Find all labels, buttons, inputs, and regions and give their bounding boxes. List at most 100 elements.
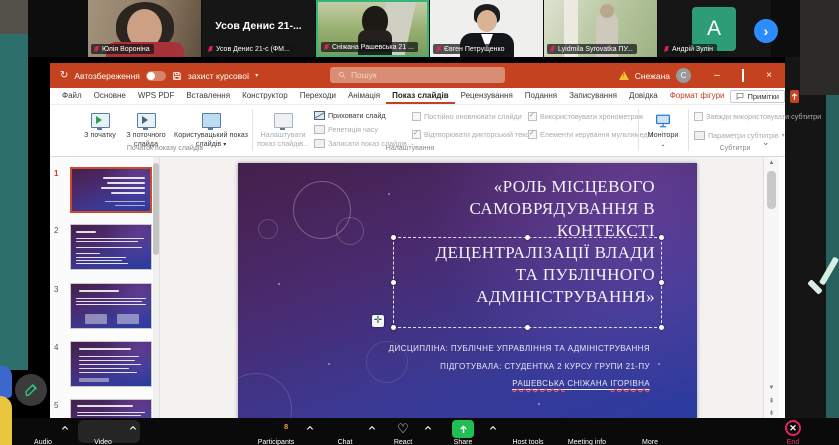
document-title[interactable]: захист курсової	[188, 71, 249, 81]
next-slide-button[interactable]: ⇟	[764, 409, 779, 417]
participant-tile-5[interactable]: Lyidmila Syrovatka ПУ...	[544, 0, 657, 57]
participant-tile-2[interactable]: Усов Денис 21-... Усов Денис 21-с (ФМ...	[202, 0, 315, 57]
close-button[interactable]: ×	[759, 70, 779, 81]
author-firstname: СНІЖАНА	[567, 379, 607, 388]
textbox-selection-border[interactable]	[393, 237, 662, 328]
meeting-info-label: Meeting info	[568, 439, 606, 445]
save-icon[interactable]	[172, 71, 182, 81]
collapse-ribbon-chevron[interactable]: ⌄	[762, 137, 770, 148]
end-meeting-button[interactable]: ✕	[785, 420, 801, 436]
audio-options-chevron[interactable]	[61, 425, 69, 431]
participants-options-chevron[interactable]	[306, 425, 314, 431]
slide-canvas: «РОЛЬ МІСЦЕВОГО САМОВРЯДУВАННЯ В КОНТЕКС…	[160, 157, 763, 445]
checkbox-icon	[694, 112, 703, 121]
slide-prepared-line: ПІДГОТУВАЛА: СТУДЕНТКА 2 КУРСУ ГРУПИ 21-…	[440, 362, 650, 371]
tab-review[interactable]: Рецензування	[455, 88, 519, 104]
tab-wps-pdf[interactable]: WPS PDF	[132, 88, 180, 104]
restore-button[interactable]	[733, 70, 753, 81]
selection-handle[interactable]	[391, 235, 396, 240]
selection-handle[interactable]	[391, 325, 396, 330]
slide-editor-surface[interactable]: «РОЛЬ МІСЦЕВОГО САМОВРЯДУВАННЯ В КОНТЕКС…	[238, 163, 697, 421]
minimize-button[interactable]: –	[707, 70, 727, 81]
search-box[interactable]: Пошук	[330, 67, 505, 83]
warning-icon[interactable]: !	[619, 71, 629, 80]
selection-handle[interactable]	[659, 280, 664, 285]
slide-thumbnail-3[interactable]	[70, 283, 152, 329]
muted-mic-icon	[207, 45, 214, 53]
selection-handle[interactable]	[659, 325, 664, 330]
tab-insert[interactable]: Вставлення	[180, 88, 236, 104]
audio-label: Audio	[34, 439, 52, 445]
participant-name: Lyidmila Syrovatka ПУ...	[558, 46, 633, 53]
monitor-icon	[655, 114, 671, 128]
present-share-button[interactable]	[790, 90, 799, 103]
account-avatar[interactable]: С	[676, 68, 691, 83]
participant-tile-3-active-speaker[interactable]: Сніжана Рашевська 21 ...	[316, 0, 429, 57]
tab-view[interactable]: Подання	[519, 88, 563, 104]
document-title-caret[interactable]: ▾	[255, 72, 258, 79]
selection-handle[interactable]	[659, 235, 664, 240]
tab-help[interactable]: Довідка	[623, 88, 664, 104]
annotation-pencil-button[interactable]	[15, 374, 47, 406]
scrollbar-thumb[interactable]	[767, 171, 776, 209]
canvas-scrollbar[interactable]: ▲ ▼ ⇞ ⇟	[763, 157, 779, 445]
tab-transitions[interactable]: Переходи	[294, 88, 342, 104]
setup-slideshow-button[interactable]: Налаштувати показ слайдів...	[256, 108, 310, 148]
participants-count: 8	[284, 422, 288, 431]
custom-slideshow-icon	[202, 113, 221, 128]
tab-recording[interactable]: Записування	[563, 88, 623, 104]
thumbnails-scrollbar[interactable]	[153, 157, 159, 445]
slide-number: 5	[54, 401, 66, 410]
previous-slide-button[interactable]: ⇞	[764, 397, 779, 405]
custom-slideshow-button[interactable]: Користувацький показ слайдів ▾	[172, 108, 250, 149]
from-current-slide-button[interactable]: З поточного слайда	[122, 108, 170, 148]
tab-home[interactable]: Основне	[88, 88, 132, 104]
canvas-right-margin	[779, 157, 785, 445]
monitors-dropdown-button[interactable]: Монітори⌄	[642, 108, 684, 149]
chat-options-chevron[interactable]	[368, 425, 376, 431]
tab-animations[interactable]: Анімація	[342, 88, 386, 104]
video-options-chevron[interactable]	[129, 425, 137, 431]
tab-design[interactable]: Конструктор	[236, 88, 294, 104]
hide-slide-button[interactable]: Приховати слайд	[314, 110, 386, 121]
checkbox-keep-slides-updated[interactable]: Постійно оновлювати слайди	[412, 112, 522, 121]
share-options-chevron[interactable]	[489, 425, 497, 431]
react-options-chevron[interactable]	[424, 425, 432, 431]
participant-tile-4[interactable]: Євген Петрущенко	[430, 0, 543, 57]
pencil-icon	[24, 383, 39, 398]
checkbox-play-narrations[interactable]: Відтворювати дикторський текст	[412, 130, 532, 139]
participant-tile-1[interactable]: Юлія Вороніна	[88, 0, 201, 57]
slide-thumbnail-4[interactable]	[70, 341, 152, 387]
subtitle-settings-button[interactable]: Параметри субтитрів ▾	[694, 130, 785, 141]
tab-slideshow-active[interactable]: Показ слайдів	[386, 88, 455, 104]
selection-handle[interactable]	[525, 325, 530, 330]
search-placeholder: Пошук	[351, 70, 377, 80]
comments-button[interactable]: Примітки	[730, 90, 784, 103]
scroll-up-arrow[interactable]: ▲	[764, 160, 779, 166]
checkbox-show-media-controls[interactable]: Елементи керування мультимедіа	[528, 130, 653, 139]
autosave-toggle[interactable]	[146, 71, 166, 81]
slide-thumbnail-1-selected[interactable]	[70, 167, 152, 213]
slide-author-line: РАШЕВСЬКА СНІЖАНА ІГОРІВНА	[512, 379, 650, 390]
selection-handle[interactable]	[391, 280, 396, 285]
tab-shape-format-contextual[interactable]: Формат фігури	[664, 88, 731, 104]
powerpoint-window: ↻ Автозбереження захист курсової ▾ Пошук…	[50, 63, 785, 445]
ppt-title-bar: ↻ Автозбереження захист курсової ▾ Пошук…	[50, 63, 785, 88]
rehearse-timings-button[interactable]: Репетиція часу	[314, 124, 378, 135]
share-screen-button[interactable]	[452, 420, 474, 438]
muted-mic-icon	[549, 45, 556, 53]
next-participants-page-button[interactable]: ›	[754, 19, 778, 43]
participants-filmstrip: Юлія Вороніна Усов Денис 21-... Усов Ден…	[28, 0, 800, 57]
checkbox-use-timings[interactable]: Використовувати хронометраж	[528, 112, 643, 121]
selection-handle[interactable]	[525, 235, 530, 240]
account-user-name[interactable]: Снежана	[635, 71, 670, 81]
participant-name-tag: Юлія Вороніна	[91, 44, 154, 54]
muted-mic-icon	[663, 45, 670, 53]
scroll-down-arrow[interactable]: ▼	[764, 385, 779, 391]
participant-name: Усов Денис 21-с (ФМ...	[216, 46, 290, 53]
tab-file[interactable]: Файл	[56, 88, 88, 104]
from-beginning-button[interactable]: З початку	[80, 108, 120, 140]
slide-thumbnail-2[interactable]	[70, 224, 152, 270]
checkbox-always-use-subtitles[interactable]: Завжди використовувати субтитри	[694, 112, 821, 121]
participant-name-tag: Усов Денис 21-с (ФМ...	[205, 44, 294, 54]
